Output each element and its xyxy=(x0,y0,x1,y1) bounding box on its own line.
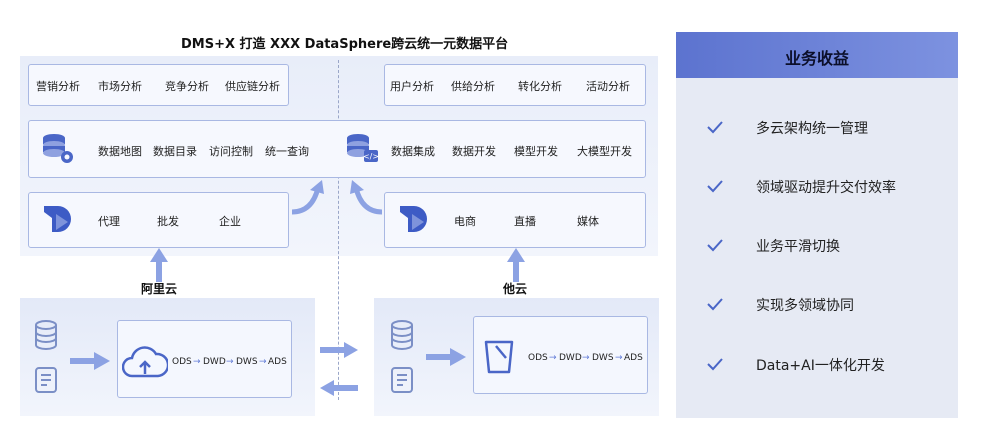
pipeline-stage: ADS xyxy=(268,357,287,367)
platform-title: DMS+X 打造 XXX DataSphere跨云统一元数据平台 xyxy=(181,37,509,52)
document-icon xyxy=(35,367,57,393)
cloud-title-left: 阿里云 xyxy=(141,282,178,296)
capability-label: 访问控制 xyxy=(209,145,253,158)
pipeline-arrow-icon: → xyxy=(226,357,234,367)
pipeline-stage: DWD xyxy=(203,357,226,367)
dataworks-logo-icon xyxy=(400,206,427,232)
benefit-item: 领域驱动提升交付效率 xyxy=(756,180,896,196)
benefit-item: 多云架构统一管理 xyxy=(756,121,868,137)
scene-label: 媒体 xyxy=(577,215,599,228)
database-gear-icon xyxy=(43,134,73,163)
dataworks-logo-icon xyxy=(44,206,71,232)
capability-label: 统一查询 xyxy=(265,145,309,158)
capability-label: 数据开发 xyxy=(452,145,496,158)
pipeline-arrow-icon: → xyxy=(582,353,590,363)
ingest-arrow-icon xyxy=(70,352,110,370)
app-label: 转化分析 xyxy=(518,80,562,93)
check-icon xyxy=(707,358,723,371)
document-icon xyxy=(391,367,413,393)
data-lake-icon xyxy=(484,340,514,374)
pipeline-arrow-icon: → xyxy=(193,357,201,367)
pipeline-stage: ODS xyxy=(528,353,548,363)
capability-label: 数据地图 xyxy=(98,145,142,158)
benefits-title: 业务收益 xyxy=(784,49,849,68)
app-label: 用户分析 xyxy=(390,80,434,93)
app-label: 供给分析 xyxy=(451,80,495,93)
pipeline-arrow-icon: → xyxy=(549,353,557,363)
scene-label: 直播 xyxy=(514,215,536,228)
cloud-upload-icon xyxy=(122,346,168,378)
capability-label: 模型开发 xyxy=(514,145,558,158)
benefit-item: 实现多领域协同 xyxy=(756,298,854,314)
svg-text:</>: </> xyxy=(363,152,379,161)
pipeline-stage: DWS xyxy=(592,353,614,363)
scene-label: 代理 xyxy=(98,215,120,228)
ingest-arrow-icon xyxy=(426,348,466,366)
app-label: 活动分析 xyxy=(586,80,630,93)
benefit-item: Data+AI一体化开发 xyxy=(756,358,885,374)
database-icon xyxy=(391,320,413,350)
benefit-item: 业务平滑切换 xyxy=(756,239,840,255)
pipeline-stage: DWS xyxy=(236,357,258,367)
app-label: 市场分析 xyxy=(98,80,142,93)
sync-right-arrow-icon xyxy=(320,342,358,358)
pipeline-stage: ADS xyxy=(624,353,643,363)
capability-label: 大模型开发 xyxy=(577,145,632,158)
app-label: 营销分析 xyxy=(36,80,80,93)
flow-arrow-right xyxy=(350,180,383,215)
cloud-title-right: 他云 xyxy=(503,282,528,296)
capability-label: 数据集成 xyxy=(391,145,435,158)
scene-label: 批发 xyxy=(157,215,179,228)
up-arrow-left xyxy=(150,248,168,282)
sync-left-arrow-icon xyxy=(320,380,358,396)
scene-label: 企业 xyxy=(219,215,241,228)
flow-arrow-left xyxy=(291,180,324,215)
pipeline-stage: DWD xyxy=(559,353,582,363)
pipeline-arrow-icon: → xyxy=(615,353,623,363)
pipeline-arrow-icon: → xyxy=(259,357,267,367)
check-icon xyxy=(707,239,723,252)
app-label: 供应链分析 xyxy=(225,80,280,93)
check-icon xyxy=(707,180,723,193)
check-icon xyxy=(707,121,723,134)
pipeline-stage: ODS xyxy=(172,357,192,367)
scene-label: 电商 xyxy=(454,215,476,228)
capability-label: 数据目录 xyxy=(153,145,197,158)
database-icon xyxy=(35,320,57,350)
database-code-icon: </> xyxy=(347,134,379,162)
up-arrow-right xyxy=(507,248,525,282)
app-label: 竞争分析 xyxy=(165,80,209,93)
check-icon xyxy=(707,298,723,311)
